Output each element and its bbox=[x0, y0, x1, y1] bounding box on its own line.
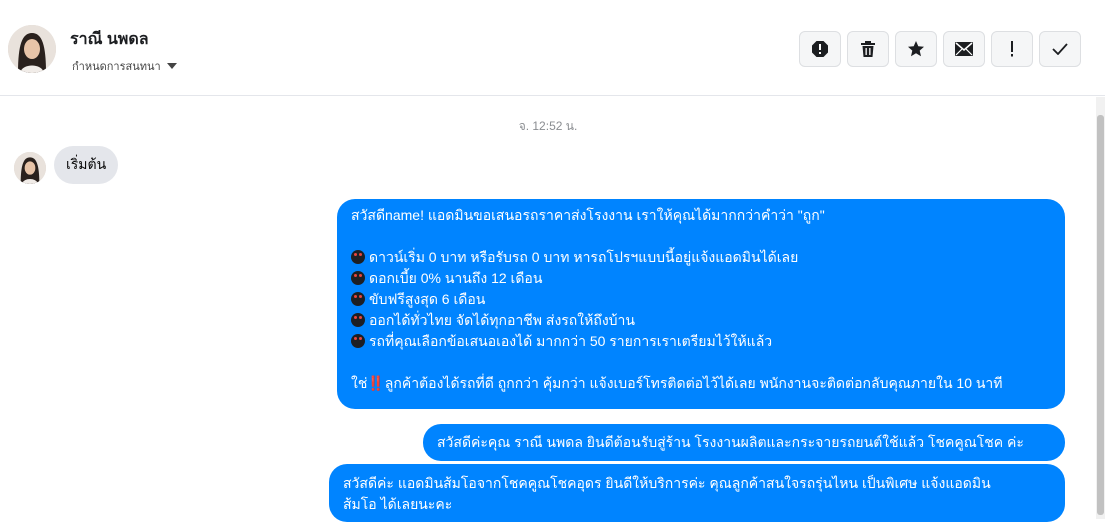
message-timestamp: จ. 12:52 น. bbox=[518, 119, 578, 133]
message-thread: จ. 12:52 น. เริ่มต้น สวัสดีname! แอดมินข… bbox=[0, 97, 1096, 522]
trash-icon bbox=[861, 41, 875, 57]
offer-bullet: รถที่คุณเลือกข้อเสนอเองได้ มากกว่า 50 รา… bbox=[351, 331, 1051, 352]
thread-scrollbar[interactable] bbox=[1096, 97, 1105, 519]
conversation-label-selector[interactable]: กำหนดการสนทนา bbox=[72, 57, 177, 75]
offer-bullet: ดอกเบี้ย 0% นานถึง 12 เดือน bbox=[351, 268, 1051, 289]
follow-up-button[interactable] bbox=[991, 31, 1033, 67]
car-emoji-icon bbox=[351, 250, 365, 264]
sender-avatar[interactable] bbox=[14, 152, 46, 184]
delete-button[interactable] bbox=[847, 31, 889, 67]
contact-name[interactable]: ราณี นพดล bbox=[70, 27, 149, 52]
caret-down-icon bbox=[166, 63, 177, 69]
scrollbar-thumb[interactable] bbox=[1097, 115, 1104, 515]
car-emoji-icon bbox=[351, 292, 365, 306]
offer-bullet: ดาวน์เริ่ม 0 บาท หรือรับรถ 0 บาท หารถโปร… bbox=[351, 247, 1051, 268]
label-selector-text: กำหนดการสนทนา bbox=[72, 61, 161, 73]
contact-avatar[interactable] bbox=[8, 25, 56, 73]
report-spam-button[interactable] bbox=[799, 31, 841, 67]
offer-bullet: ขับฟรีสูงสุด 6 เดือน bbox=[351, 289, 1051, 310]
outgoing-message-welcome[interactable]: สวัสดีค่ะคุณ ราณี นพดล ยินดีต้อนรับสู่ร้… bbox=[423, 424, 1065, 461]
incoming-message[interactable]: เริ่มต้น bbox=[54, 146, 119, 184]
welcome-text: สวัสดีค่ะคุณ ราณี นพดล ยินดีต้อนรับสู่ร้… bbox=[437, 434, 1024, 450]
conversation-header: ราณี นพดล กำหนดการสนทนา bbox=[0, 0, 1105, 96]
star-icon bbox=[908, 41, 924, 57]
header-actions bbox=[799, 31, 1081, 67]
car-emoji-icon bbox=[351, 313, 365, 327]
check-icon bbox=[1052, 43, 1068, 55]
car-emoji-icon bbox=[351, 334, 365, 348]
admin-text-line2: ส้มโอ ได้เลยนะคะ bbox=[343, 496, 453, 512]
offer-bullet: ออกได้ทั่วไทย จัดได้ทุกอาชีพ ส่งรถให้ถึง… bbox=[351, 310, 1051, 331]
outgoing-message-admin[interactable]: สวัสดีค่ะ แอดมินส้มโอจากโชคคูณโชคอุดร ยิ… bbox=[329, 464, 1065, 522]
mark-unread-button[interactable] bbox=[943, 31, 985, 67]
report-icon bbox=[812, 41, 828, 57]
offer-intro: สวัสดีname! แอดมินขอเสนอรถราคาส่งโรงงาน … bbox=[351, 207, 825, 223]
double-exclamation-icon: ‼️ bbox=[367, 375, 385, 391]
exclamation-icon bbox=[1011, 41, 1013, 57]
admin-text-line1: สวัสดีค่ะ แอดมินส้มโอจากโชคคูณโชคอุดร ยิ… bbox=[343, 475, 991, 491]
mark-done-button[interactable] bbox=[1039, 31, 1081, 67]
car-emoji-icon bbox=[351, 271, 365, 285]
mail-icon bbox=[955, 42, 973, 56]
star-button[interactable] bbox=[895, 31, 937, 67]
outgoing-message-offer[interactable]: สวัสดีname! แอดมินขอเสนอรถราคาส่งโรงงาน … bbox=[337, 199, 1065, 409]
offer-closing: ใช่‼️ลูกค้าต้องได้รถที่ดี ถูกกว่า คุ้มกว… bbox=[351, 375, 1003, 391]
